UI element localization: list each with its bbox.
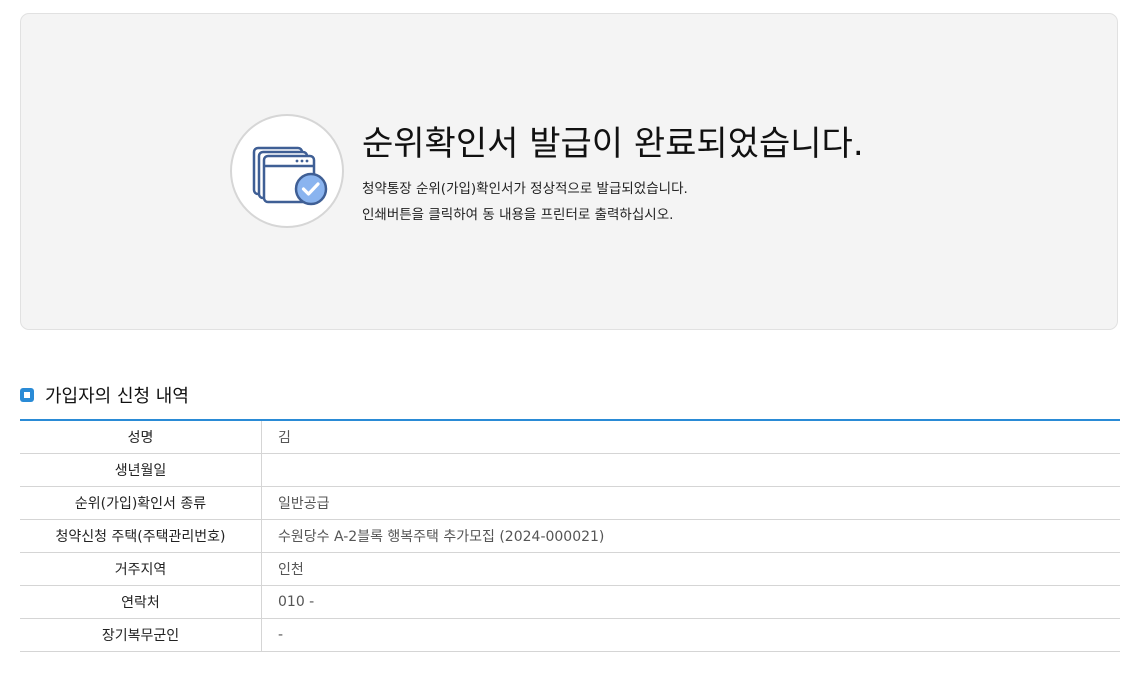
row-value-region: 인천 [261, 552, 1120, 586]
row-value-certificate-type: 일반공급 [261, 486, 1120, 520]
row-value-birthdate [261, 453, 1120, 487]
table-row: 청약신청 주택(주택관리번호) 수원당수 A-2블록 행복주택 추가모집 (20… [20, 519, 1120, 553]
row-value-name: 김 [261, 420, 1120, 454]
row-label-certificate-type: 순위(가입)확인서 종류 [20, 486, 262, 520]
description-line-1: 청약통장 순위(가입)확인서가 정상적으로 발급되었습니다. [362, 181, 688, 197]
table-row: 성명 김 [20, 420, 1120, 454]
row-value-military: - [261, 618, 1120, 652]
row-value-housing: 수원당수 A-2블록 행복주택 추가모집 (2024-000021) [261, 519, 1120, 553]
certificate-icon-circle [230, 114, 344, 228]
row-label-military: 장기복무군인 [20, 618, 262, 652]
application-details-table: 성명 김 생년월일 순위(가입)확인서 종류 일반공급 청약신청 주택(주택관리… [20, 419, 1120, 652]
table-row: 장기복무군인 - [20, 618, 1120, 652]
completion-description: 청약통장 순위(가입)확인서가 정상적으로 발급되었습니다. 인쇄버튼을 클릭하… [362, 176, 688, 228]
section-header: 가입자의 신청 내역 [20, 382, 189, 408]
description-line-2: 인쇄버튼을 클릭하여 동 내용을 프린터로 출력하십시오. [362, 207, 674, 223]
table-row: 순위(가입)확인서 종류 일반공급 [20, 486, 1120, 520]
row-label-housing: 청약신청 주택(주택관리번호) [20, 519, 262, 553]
section-title: 가입자의 신청 내역 [45, 386, 189, 407]
table-row: 연락처 010 - [20, 585, 1120, 619]
completion-panel: 순위확인서 발급이 완료되었습니다. 청약통장 순위(가입)확인서가 정상적으로… [20, 13, 1118, 330]
section-bullet-icon [20, 388, 34, 402]
completion-title: 순위확인서 발급이 완료되었습니다. [362, 124, 864, 164]
row-label-name: 성명 [20, 420, 262, 454]
row-label-contact: 연락처 [20, 585, 262, 619]
row-value-contact: 010 - [261, 585, 1120, 619]
row-label-region: 거주지역 [20, 552, 262, 586]
table-row: 거주지역 인천 [20, 552, 1120, 586]
row-label-birthdate: 생년월일 [20, 453, 262, 487]
certificate-check-icon [252, 146, 328, 206]
table-row: 생년월일 [20, 453, 1120, 487]
